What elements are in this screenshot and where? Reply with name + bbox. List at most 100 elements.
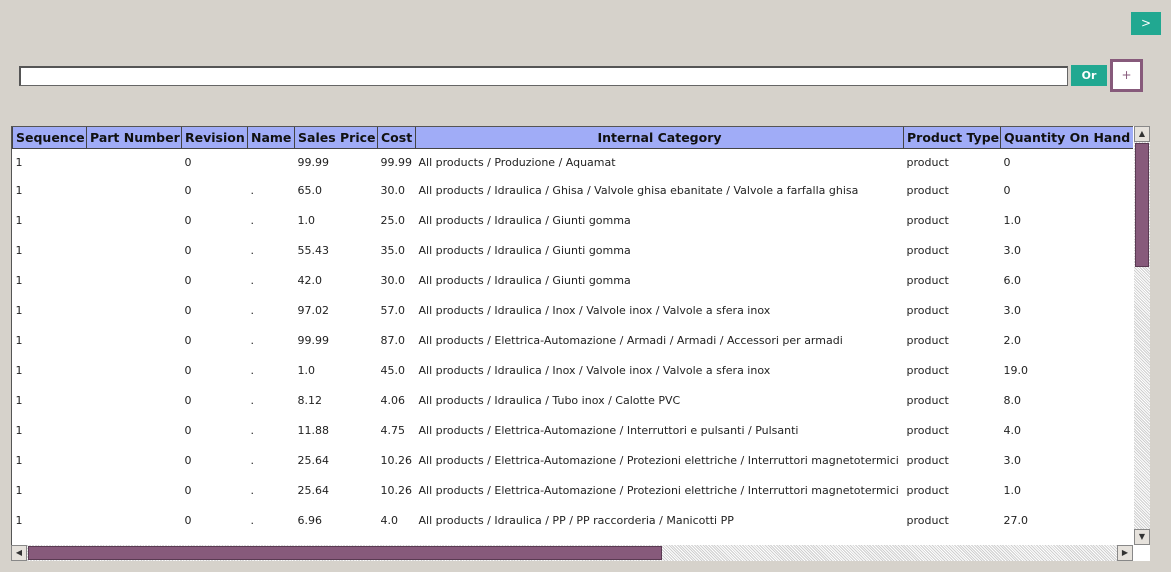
cost-cell: 45.0 xyxy=(380,363,406,377)
quantity-on-hand-cell: 1.0 xyxy=(1003,213,1022,227)
table-row[interactable]: 1 0. 6.96 4.0 All products / Idraulica / PP … xyxy=(13,505,1134,535)
add-filter-button[interactable]: + xyxy=(1110,59,1143,92)
part-number-cell xyxy=(87,149,182,176)
table-row[interactable]: 1 0. 99.99 87.0 All products / Elettrica-Aut… xyxy=(13,325,1134,355)
cost-cell: 4.0 xyxy=(380,513,399,527)
quantity-on-hand-cell: 6.0 xyxy=(1003,273,1022,287)
part-number-cell xyxy=(87,415,182,445)
scroll-up-arrow-icon[interactable]: ▲ xyxy=(1134,126,1150,142)
cost-cell: 30.0 xyxy=(380,183,406,197)
cost-cell: 10.26 xyxy=(380,453,413,467)
product-type-cell: product xyxy=(906,483,949,497)
part-number-cell xyxy=(87,445,182,475)
sequence-cell: 1 xyxy=(15,273,23,287)
sales-price-cell: 8.12 xyxy=(297,393,323,407)
part-number-cell xyxy=(87,235,182,265)
table-row[interactable]: 1 0. 42.0 30.0 All products / Idraulica / Gi… xyxy=(13,265,1134,295)
internal-category-cell: All products / Idraulica / Giunti gomma xyxy=(418,273,631,287)
scroll-left-arrow-icon[interactable]: ◀ xyxy=(11,545,27,561)
quantity-on-hand-cell: 3.0 xyxy=(1003,453,1022,467)
name-cell: . xyxy=(250,393,255,407)
sequence-cell: 1 xyxy=(15,393,23,407)
next-page-button[interactable]: > xyxy=(1131,12,1161,35)
quantity-on-hand-cell: 0 xyxy=(1003,155,1011,169)
sequence-cell: 1 xyxy=(15,183,23,197)
quantity-on-hand-cell: 19.0 xyxy=(1003,363,1029,377)
quantity-on-hand-cell: 27.0 xyxy=(1003,513,1029,527)
sequence-cell: 1 xyxy=(15,155,23,169)
product-type-cell: product xyxy=(906,333,949,347)
quantity-on-hand-cell: 3.0 xyxy=(1003,303,1022,317)
table-row[interactable]: 1 0. 97.02 57.0 All products / Idraulica / I… xyxy=(13,295,1134,325)
horizontal-scroll-thumb[interactable] xyxy=(28,546,662,560)
internal-category-cell: All products / Idraulica / PP / PP racco… xyxy=(418,513,734,527)
column-header-quantity-on-hand[interactable]: Quantity On Hand xyxy=(1000,127,1133,149)
internal-category-cell: All products / Idraulica / Tubo inox / C… xyxy=(418,393,681,407)
product-type-cell: product xyxy=(906,183,949,197)
table-row[interactable]: 1 0. 65.0 30.0 All products / Idraulica / Gh… xyxy=(13,175,1134,205)
revision-cell: 0 xyxy=(184,333,192,347)
name-cell: . xyxy=(250,333,255,347)
table-row[interactable]: 1 0. 1.0 45.0 All products / Idraulica / Ino… xyxy=(13,355,1134,385)
cost-cell: 87.0 xyxy=(380,333,406,347)
column-header-name[interactable]: Name xyxy=(247,127,295,149)
revision-cell: 0 xyxy=(184,363,192,377)
column-header-internal-category[interactable]: Internal Category xyxy=(415,127,904,149)
product-type-cell: product xyxy=(906,243,949,257)
scroll-down-arrow-icon[interactable]: ▼ xyxy=(1134,529,1150,545)
column-header-sequence[interactable]: Sequence xyxy=(12,127,87,149)
part-number-cell xyxy=(87,265,182,295)
product-type-cell: product xyxy=(906,513,949,527)
revision-cell: 0 xyxy=(184,483,192,497)
quantity-on-hand-cell: 4.0 xyxy=(1003,423,1022,437)
quantity-on-hand-cell: 2.0 xyxy=(1003,333,1022,347)
sales-price-cell: 25.64 xyxy=(297,483,330,497)
name-cell: . xyxy=(250,183,255,197)
quantity-on-hand-cell: 8.0 xyxy=(1003,393,1022,407)
revision-cell: 0 xyxy=(184,243,192,257)
cost-cell: 4.75 xyxy=(380,423,406,437)
column-header-sales-price[interactable]: Sales Price xyxy=(294,127,378,149)
table-row[interactable]: 1 0. 8.12 4.06 All products / Idraulica / Tu… xyxy=(13,385,1134,415)
revision-cell: 0 xyxy=(184,453,192,467)
table-row[interactable]: 1 0. 1.0 25.0 All products / Idraulica / Giu… xyxy=(13,205,1134,235)
cost-cell: 57.0 xyxy=(380,303,406,317)
column-header-product-type[interactable]: Product Type xyxy=(903,127,1001,149)
grid-viewport: Sequence Part Number Revision Name Sales… xyxy=(11,126,1133,545)
table-row[interactable]: 1 0. 25.64 10.26 All products / Elettrica-Au… xyxy=(13,445,1134,475)
quantity-on-hand-cell: 1.0 xyxy=(1003,483,1022,497)
sales-price-cell: 6.96 xyxy=(297,513,323,527)
cost-cell: 35.0 xyxy=(380,243,406,257)
name-cell xyxy=(248,149,295,176)
scroll-right-arrow-icon[interactable]: ▶ xyxy=(1117,545,1133,561)
horizontal-scrollbar[interactable]: ◀ ▶ xyxy=(11,545,1133,561)
sales-price-cell: 55.43 xyxy=(297,243,330,257)
product-type-cell: product xyxy=(906,363,949,377)
table-body: 1 0 99.99 99.99 All products / Produzione / … xyxy=(13,149,1134,536)
name-cell: . xyxy=(250,363,255,377)
product-type-cell: product xyxy=(906,393,949,407)
table-row[interactable]: 1 0 99.99 99.99 All products / Produzione / … xyxy=(13,149,1134,176)
table-row[interactable]: 1 0. 55.43 35.0 All products / Idraulica / G… xyxy=(13,235,1134,265)
part-number-cell xyxy=(87,505,182,535)
vertical-scroll-thumb[interactable] xyxy=(1135,143,1149,267)
or-button[interactable]: Or xyxy=(1071,65,1107,86)
sequence-cell: 1 xyxy=(15,453,23,467)
internal-category-cell: All products / Elettrica-Automazione / P… xyxy=(418,453,899,467)
quantity-on-hand-cell: 3.0 xyxy=(1003,243,1022,257)
revision-cell: 0 xyxy=(184,155,192,169)
name-cell: . xyxy=(250,243,255,257)
cost-cell: 30.0 xyxy=(380,273,406,287)
internal-category-cell: All products / Produzione / Aquamat xyxy=(418,155,616,169)
column-header-part-number[interactable]: Part Number xyxy=(86,127,182,149)
revision-cell: 0 xyxy=(184,273,192,287)
sequence-cell: 1 xyxy=(15,243,23,257)
table-row[interactable]: 1 0. 25.64 10.26 All products / Elettrica-Au… xyxy=(13,475,1134,505)
vertical-scrollbar[interactable]: ▲ ▼ xyxy=(1134,126,1150,545)
search-input[interactable] xyxy=(19,66,1068,86)
product-grid: Sequence Part Number Revision Name Sales… xyxy=(11,126,1150,561)
name-cell: . xyxy=(250,213,255,227)
column-header-cost[interactable]: Cost xyxy=(377,127,416,149)
table-row[interactable]: 1 0. 11.88 4.75 All products / Elettrica-Aut… xyxy=(13,415,1134,445)
column-header-revision[interactable]: Revision xyxy=(181,127,248,149)
